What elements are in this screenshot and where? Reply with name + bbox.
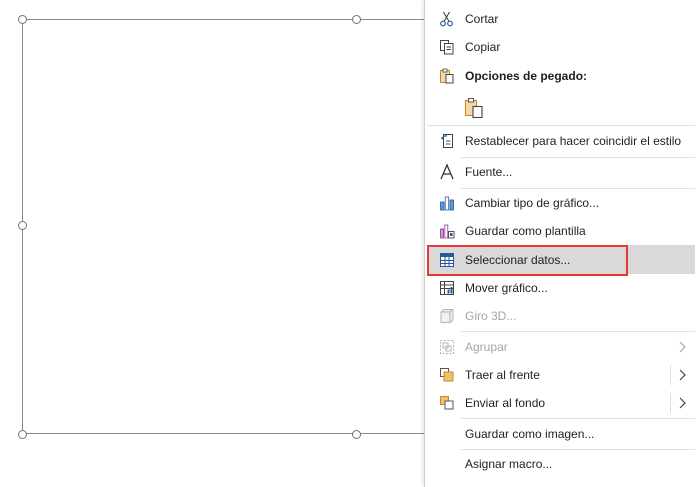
- separator: [461, 331, 695, 332]
- group-icon: [437, 337, 457, 357]
- separator: [461, 418, 695, 419]
- menu-item-label: Cortar: [465, 12, 499, 26]
- menu-item-label: Giro 3D...: [465, 309, 517, 323]
- menu-item-label: Restablecer para hacer coincidir el esti…: [465, 134, 682, 148]
- move-chart-icon: [437, 278, 457, 298]
- clipboard-icon: [437, 66, 457, 86]
- menu-item-label: Asignar macro...: [465, 457, 553, 471]
- menu-item-label: Enviar al fondo: [465, 396, 546, 410]
- menu-item-send-to-back[interactable]: Enviar al fondo: [427, 389, 695, 417]
- menu-item-group: Agrupar: [427, 333, 695, 361]
- chart-area[interactable]: [22, 19, 432, 434]
- select-data-icon: [437, 250, 457, 270]
- paste-clipboard-icon: [464, 98, 483, 119]
- menu-item-label: Seleccionar datos...: [465, 252, 571, 267]
- cube-3d-icon: [437, 306, 457, 326]
- menu-item-label: Fuente...: [465, 165, 513, 179]
- menu-item-copy[interactable]: Copiar: [427, 33, 695, 61]
- send-back-icon: [437, 393, 457, 413]
- chart-template-icon: [437, 221, 457, 241]
- menu-item-label: Copiar: [465, 40, 501, 54]
- paste-option-button[interactable]: [462, 96, 486, 120]
- menu-item-label: Guardar como imagen...: [465, 427, 595, 441]
- reset-style-icon: [437, 131, 457, 151]
- menu-item-bring-to-front[interactable]: Traer al frente: [427, 361, 695, 389]
- menu-item-label: Mover gráfico...: [465, 281, 548, 295]
- menu-item-select-data[interactable]: Seleccionar datos...: [427, 245, 695, 274]
- menu-item-3d-rotation: Giro 3D...: [427, 302, 695, 330]
- chevron-right-icon[interactable]: [677, 396, 687, 410]
- context-menu: Cortar Copiar Opciones de pegado: Restab…: [424, 0, 700, 487]
- resize-handle-middle-left[interactable]: [18, 221, 27, 230]
- copy-icon: [437, 37, 457, 57]
- scissors-icon: [437, 9, 457, 29]
- bar-chart-icon: [437, 193, 457, 213]
- chevron-right-icon[interactable]: [677, 368, 687, 382]
- resize-handle-top-left[interactable]: [18, 15, 27, 24]
- resize-handle-bottom-left[interactable]: [18, 430, 27, 439]
- menu-item-label: Opciones de pegado:: [465, 69, 588, 83]
- menu-item-change-chart-type[interactable]: Cambiar tipo de gráfico...: [427, 189, 695, 217]
- menu-item-assign-macro[interactable]: Asignar macro...: [427, 450, 695, 478]
- font-a-icon: [437, 162, 457, 182]
- submenu-divider: [670, 393, 671, 413]
- menu-item-cut[interactable]: Cortar: [427, 5, 695, 33]
- resize-handle-top-center[interactable]: [352, 15, 361, 24]
- bring-front-icon: [437, 365, 457, 385]
- menu-item-label: Traer al frente: [465, 368, 540, 382]
- submenu-divider: [670, 365, 671, 385]
- resize-handle-bottom-center[interactable]: [352, 430, 361, 439]
- menu-item-reset-style[interactable]: Restablecer para hacer coincidir el esti…: [427, 127, 695, 155]
- menu-item-move-chart[interactable]: Mover gráfico...: [427, 274, 695, 302]
- menu-item-label: Guardar como plantilla: [465, 224, 586, 238]
- menu-item-label: Agrupar: [465, 340, 508, 354]
- menu-item-label: Cambiar tipo de gráfico...: [465, 196, 600, 210]
- paste-options-header: Opciones de pegado:: [427, 62, 695, 90]
- chevron-right-icon: [679, 341, 686, 353]
- separator: [427, 125, 695, 126]
- menu-item-save-template[interactable]: Guardar como plantilla: [427, 217, 695, 245]
- menu-item-font[interactable]: Fuente...: [427, 158, 695, 186]
- menu-item-save-as-image[interactable]: Guardar como imagen...: [427, 420, 695, 448]
